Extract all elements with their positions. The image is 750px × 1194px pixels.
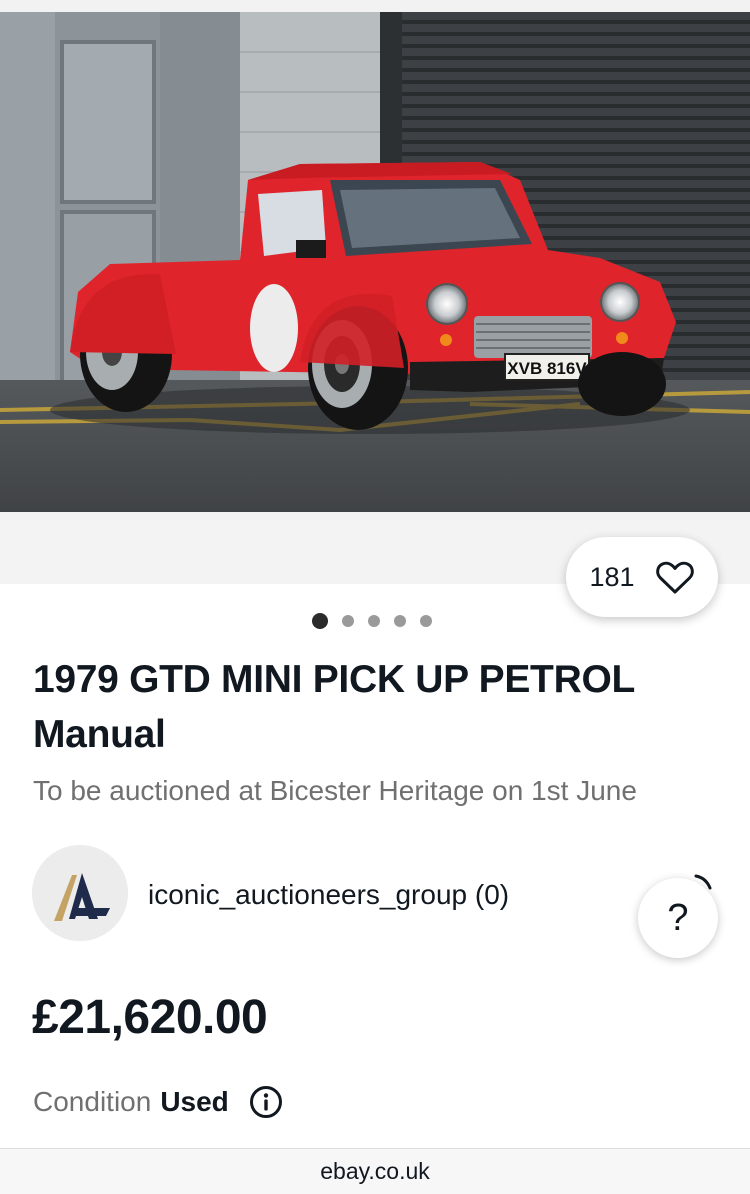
- seller-name-link[interactable]: iconic_auctioneers_group (0): [148, 879, 509, 911]
- listing-title: 1979 GTD MINI PICK UP PETROL Manual: [33, 658, 635, 756]
- watch-count: 181: [589, 561, 635, 592]
- photo-dot-2[interactable]: [342, 615, 354, 627]
- car-photo-illustration: XVB 816V: [0, 12, 750, 512]
- condition-row: Condition Used: [33, 1085, 283, 1119]
- loading-spinner-icon: [694, 874, 712, 890]
- plate-text: XVB 816V: [507, 359, 587, 378]
- heart-outline-icon: [655, 561, 694, 594]
- top-strip: [0, 0, 750, 12]
- seller-avatar[interactable]: [32, 845, 128, 941]
- watch-button[interactable]: 181: [566, 537, 718, 617]
- seller-logo-icon: [32, 845, 128, 941]
- photo-dot-5[interactable]: [420, 615, 432, 627]
- photo-pagination[interactable]: [312, 613, 432, 629]
- photo-dot-1[interactable]: [312, 613, 328, 629]
- listing-price: £21,620.00: [32, 991, 268, 1044]
- browser-address-bar[interactable]: ebay.co.uk: [0, 1148, 750, 1194]
- photo-dot-3[interactable]: [368, 615, 380, 627]
- url-text: ebay.co.uk: [320, 1158, 430, 1184]
- condition-label: Condition: [33, 1086, 152, 1117]
- listing-photo[interactable]: XVB 816V: [0, 12, 750, 512]
- info-circle-icon[interactable]: [249, 1085, 283, 1119]
- photo-dot-4[interactable]: [394, 615, 406, 627]
- condition-value: Used: [160, 1086, 229, 1117]
- question-icon: ?: [667, 896, 689, 939]
- listing-subtitle: To be auctioned at Bicester Heritage on …: [33, 775, 637, 806]
